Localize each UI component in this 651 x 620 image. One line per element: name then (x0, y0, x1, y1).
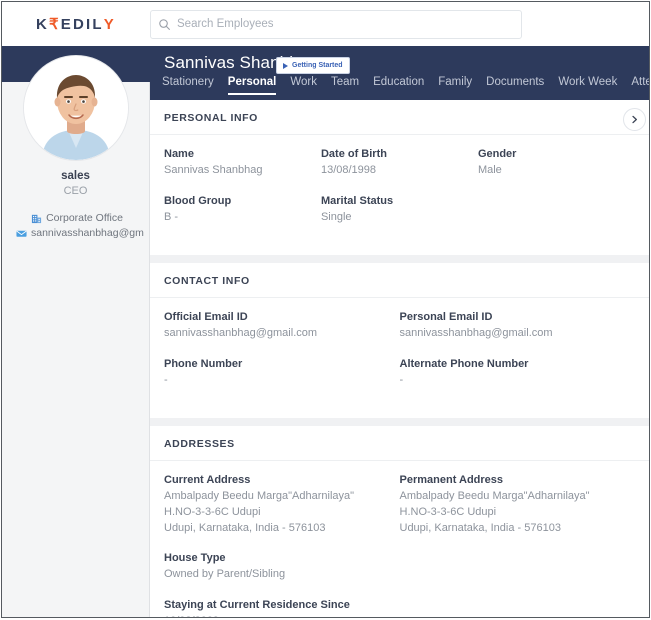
permanent-address-line-2: H.NO-3-3-6C Udupi (399, 506, 497, 519)
logo-rupee-glyph: ₹ (49, 16, 61, 33)
field-personal-email: Personal Email ID sannivasshanbhag@gmail… (400, 311, 636, 358)
field-gender-value: Male (477, 164, 502, 176)
field-blood-group-value: B - (164, 210, 179, 223)
tab-education[interactable]: Education (373, 76, 424, 93)
envelope-icon (16, 228, 27, 239)
sidebar-profile-role: CEO (63, 185, 88, 197)
building-icon (31, 213, 42, 224)
cards-container: PERSONAL INFO Name Sannivas Shanbhag Dat… (150, 100, 649, 617)
sidebar-profile-name: sales (61, 170, 90, 182)
field-gender-label: Gender (477, 148, 517, 160)
employee-header: Sannivas Shanbhag Getting Started Statio… (150, 46, 649, 100)
field-phone-value: - (164, 373, 168, 386)
personal-info-row-2: Blood Group B - Marital Status Single (164, 195, 635, 242)
addresses-title: ADDRESSES (150, 426, 649, 462)
field-residence-since: Staying at Current Residence Since 10/02… (164, 599, 635, 617)
current-address-line-2: H.NO-3-3-6C Udupi (164, 506, 261, 519)
field-dob-value: 13/08/1998 (320, 164, 377, 176)
tab-team[interactable]: Team (331, 76, 359, 93)
sidebar-office: Corporate Office (12, 212, 142, 224)
logo-text-y: Y (103, 15, 116, 33)
current-address-line-1: Ambalpady Beedu Marga"Adharnilaya" (164, 490, 355, 503)
personal-info-card: PERSONAL INFO Name Sannivas Shanbhag Dat… (150, 100, 649, 256)
field-residence-since-value: 10/02/2009 (164, 614, 635, 617)
permanent-address-line-1: Ambalpady Beedu Marga"Adharnilaya" (399, 490, 590, 503)
top-bar: K ₹ EDIL Y (2, 2, 649, 46)
field-spacer (478, 195, 635, 242)
contact-info-body: Official Email ID sannivasshanbhag@gmail… (150, 298, 649, 418)
addresses-card: ADDRESSES Current Address Ambalpady Beed… (150, 426, 649, 617)
tab-personal[interactable]: Personal (227, 76, 277, 95)
tab-work[interactable]: Work (290, 76, 317, 93)
addresses-body: Current Address Ambalpady Beedu Marga"Ad… (150, 461, 649, 617)
tab-family[interactable]: Family (438, 76, 472, 93)
profile-sidebar: sales CEO Corporate Office sannivasshanb… (2, 46, 150, 617)
field-name-value: Sannivas Shanbhag (164, 164, 263, 176)
field-phone: Phone Number - (164, 358, 400, 389)
field-official-email: Official Email ID sannivasshanbhag@gmail… (164, 311, 400, 342)
field-permanent-address-label: Permanent Address (399, 474, 504, 487)
sidebar-office-label: Corporate Office (46, 212, 123, 224)
field-current-address: Current Address Ambalpady Beedu Marga"Ad… (164, 474, 400, 536)
personal-info-body: Name Sannivas Shanbhag Date of Birth 13/… (150, 135, 649, 255)
contact-info-row-2: Phone Number - Alternate Phone Number - (164, 358, 635, 405)
field-current-address-label: Current Address (164, 474, 251, 487)
getting-started-button[interactable]: Getting Started (276, 57, 350, 74)
field-name-label: Name (164, 148, 194, 160)
logo-text-prefix: K (36, 15, 50, 33)
field-house-type-label: House Type (164, 552, 226, 565)
chevron-right-icon (630, 111, 639, 129)
field-marital-status: Marital Status Single (321, 195, 478, 226)
field-dob-label: Date of Birth (320, 148, 387, 160)
addresses-row-1: Current Address Ambalpady Beedu Marga"Ad… (164, 474, 635, 552)
tab-work-week[interactable]: Work Week (558, 76, 617, 93)
field-blood-group-label: Blood Group (164, 194, 232, 207)
tab-documents[interactable]: Documents (486, 76, 544, 93)
field-dob: Date of Birth 13/08/1998 (321, 148, 478, 179)
play-icon (283, 62, 288, 69)
contact-info-row-1: Official Email ID sannivasshanbhag@gmail… (164, 311, 635, 358)
field-alt-phone-label: Alternate Phone Number (399, 357, 529, 370)
field-official-email-value: sannivasshanbhag@gmail.com (164, 327, 318, 340)
kredily-logo[interactable]: K ₹ EDIL Y (2, 15, 150, 34)
field-marital-status-value: Single (320, 210, 352, 223)
field-marital-status-label: Marital Status (320, 194, 394, 207)
field-alt-phone: Alternate Phone Number - (400, 358, 636, 405)
field-personal-email-value: sannivasshanbhag@gmail.com (399, 327, 553, 340)
sidebar-email[interactable]: sannivasshanbhag@gm (16, 227, 146, 239)
content-area: Sannivas Shanbhag Getting Started Statio… (150, 46, 649, 617)
field-permanent-address: Permanent Address Ambalpady Beedu Marga"… (400, 474, 636, 552)
sidebar-email-label: sannivasshanbhag@gm (31, 227, 144, 239)
field-name: Name Sannivas Shanbhag (164, 148, 321, 179)
field-phone-label: Phone Number (164, 357, 243, 370)
body-area: sales CEO Corporate Office sannivasshanb… (2, 46, 649, 617)
field-blood-group: Blood Group B - (164, 195, 321, 226)
permanent-address-line-3: Udupi, Karnataka, India - 576103 (399, 521, 561, 534)
contact-info-card: CONTACT INFO Official Email ID sannivass… (150, 263, 649, 419)
search-icon (151, 18, 177, 31)
contact-info-title: CONTACT INFO (150, 263, 649, 299)
field-official-email-label: Official Email ID (164, 311, 248, 324)
field-personal-email-label: Personal Email ID (399, 311, 493, 324)
tab-attendance[interactable]: Attendance (631, 76, 649, 93)
search-input[interactable] (177, 18, 521, 30)
personal-info-title: PERSONAL INFO (150, 100, 649, 135)
personal-info-row-1: Name Sannivas Shanbhag Date of Birth 13/… (164, 148, 635, 195)
search-bar[interactable] (150, 9, 522, 39)
app-window: K ₹ EDIL Y Search Employees sales CEO Co… (1, 1, 650, 618)
tab-stationery[interactable]: Stationery (162, 76, 214, 93)
field-house-type: House Type Owned by Parent/Sibling (164, 552, 635, 583)
field-residence-since-label: Staying at Current Residence Since (164, 598, 350, 611)
field-alt-phone-value: - (399, 373, 404, 386)
logo-text-mid: EDIL (60, 15, 104, 33)
field-gender: Gender Male (478, 148, 635, 195)
tab-bar: Stationery Personal Work Team Education … (162, 76, 649, 100)
tab-scroll-right-button[interactable] (623, 108, 646, 131)
avatar (24, 56, 128, 160)
current-address-line-3: Udupi, Karnataka, India - 576103 (164, 521, 326, 534)
field-house-type-value: Owned by Parent/Sibling (164, 568, 286, 581)
getting-started-label: Getting Started (292, 62, 343, 69)
